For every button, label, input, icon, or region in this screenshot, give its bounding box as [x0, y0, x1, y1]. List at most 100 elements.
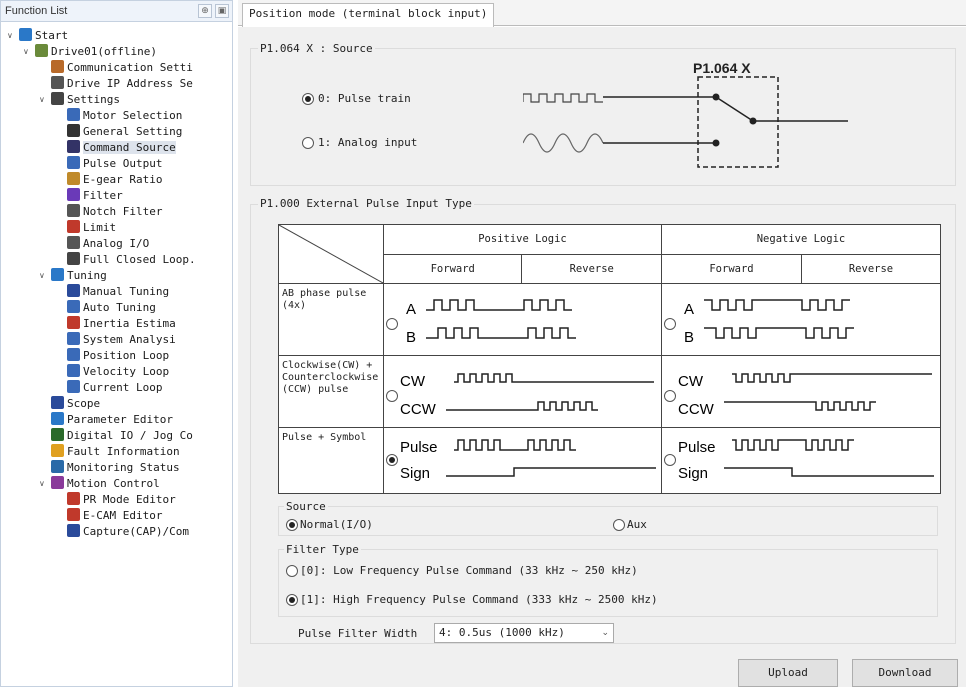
tree-item-scope[interactable]: Scope — [51, 396, 100, 412]
radio-ab-negative[interactable] — [664, 318, 676, 330]
tree-item-velocity-loop[interactable]: Velocity Loop — [67, 364, 169, 380]
system-analysis-icon — [67, 332, 80, 345]
tree-item-motor-selection[interactable]: Motor Selection — [67, 108, 182, 124]
tree-item-label: General Setting — [83, 125, 183, 138]
expand-toggle-icon[interactable]: ∨ — [23, 47, 32, 56]
function-list-title: Function List — [5, 5, 68, 17]
svg-text:B: B — [684, 329, 694, 346]
tree-item-fault-information[interactable]: Fault Information — [51, 444, 180, 460]
tree-item-label: Command Source — [83, 141, 176, 154]
tree-item-label: Monitoring Status — [67, 461, 180, 474]
header-negative-logic: Negative Logic — [661, 224, 941, 255]
upload-button[interactable]: Upload — [738, 659, 838, 687]
header-pos-forward: Forward — [382, 253, 523, 284]
header-neg-reverse: Reverse — [801, 253, 941, 284]
radio-pulse-train[interactable] — [302, 93, 314, 105]
tree-item-manual-tuning[interactable]: Manual Tuning — [67, 284, 169, 300]
tree-item-pr-mode-editor[interactable]: PR Mode Editor — [67, 492, 176, 508]
tree-item-label: Motor Selection — [83, 109, 183, 122]
radio-cw-negative[interactable] — [664, 390, 676, 402]
tree-item-label: Velocity Loop — [83, 365, 170, 378]
radio-ab-positive[interactable] — [386, 318, 398, 330]
tree-item-pulse-output[interactable]: Pulse Output — [67, 156, 162, 172]
tree-item-drive-ip-address-se[interactable]: Drive IP Address Se — [51, 76, 193, 92]
tree-item-digital-io-jog-co[interactable]: Digital IO / Jog Co — [51, 428, 193, 444]
tree-item-label: Analog I/O — [83, 237, 150, 250]
tree-item-settings[interactable]: Settings — [51, 92, 120, 108]
tree-item-e-cam-editor[interactable]: E-CAM Editor — [67, 508, 162, 524]
radio-aux[interactable] — [613, 519, 625, 531]
source2-group — [278, 506, 938, 536]
auto-tuning-icon — [67, 300, 80, 313]
radio-normal-io[interactable] — [286, 519, 298, 531]
expand-toggle-icon[interactable]: ∨ — [39, 479, 48, 488]
filter-type-title: Filter Type — [284, 543, 361, 556]
pin-icon[interactable]: ⊕ — [198, 4, 212, 18]
motion-icon — [51, 476, 64, 489]
label-normal-io: Normal(I/O) — [300, 518, 373, 531]
diagram-label: P1.064 X — [693, 60, 751, 76]
expand-toggle-icon[interactable]: ∨ — [39, 95, 48, 104]
radio-low-frequency[interactable] — [286, 565, 298, 577]
radio-cw-positive[interactable] — [386, 390, 398, 402]
tree-item-system-analysi[interactable]: System Analysi — [67, 332, 176, 348]
pulse-filter-value: 4: 0.5us (1000 kHz) — [439, 626, 565, 639]
header-neg-forward: Forward — [661, 253, 802, 284]
tree-item-tuning[interactable]: Tuning — [51, 268, 107, 284]
radio-pulse-symbol-negative[interactable] — [664, 454, 676, 466]
svg-text:A: A — [406, 301, 416, 318]
download-button[interactable]: Download — [852, 659, 958, 687]
tree-item-e-gear-ratio[interactable]: E-gear Ratio — [67, 172, 162, 188]
tree-item-label: Parameter Editor — [67, 413, 173, 426]
current-loop-icon — [67, 380, 80, 393]
tree-item-position-loop[interactable]: Position Loop — [67, 348, 169, 364]
svg-text:Sign: Sign — [400, 465, 430, 482]
radio-pulse-symbol-positive[interactable] — [386, 454, 398, 466]
tree-item-communication-setti[interactable]: Communication Setti — [51, 60, 193, 76]
scope-icon — [51, 396, 64, 409]
tree-item-motion-control[interactable]: Motion Control — [51, 476, 160, 492]
label-high-frequency: [1]: High Frequency Pulse Command (333 k… — [300, 593, 658, 606]
tree-item-label: Capture(CAP)/Com — [83, 525, 189, 538]
radio-high-frequency[interactable] — [286, 594, 298, 606]
expand-toggle-icon[interactable]: ∨ — [7, 31, 16, 40]
tree-item-command-source[interactable]: Command Source — [67, 140, 176, 156]
radio-analog-input[interactable] — [302, 137, 314, 149]
pulse-type-table: Positive Logic Negative Logic Forward Re… — [278, 224, 941, 494]
tree-item-full-closed-loop[interactable]: Full Closed Loop. — [67, 252, 196, 268]
tree-item-capture-cap-com[interactable]: Capture(CAP)/Com — [67, 524, 189, 540]
tree-item-notch-filter[interactable]: Notch Filter — [67, 204, 162, 220]
tree-item-analog-i-o[interactable]: Analog I/O — [67, 236, 149, 252]
tree-item-limit[interactable]: Limit — [67, 220, 116, 236]
tree-item-monitoring-status[interactable]: Monitoring Status — [51, 460, 180, 476]
svg-text:Pulse: Pulse — [400, 439, 438, 456]
tree-item-drive01-offline[interactable]: Drive01(offline) — [35, 44, 157, 60]
svg-text:CW: CW — [400, 373, 426, 390]
pr-mode-icon — [67, 492, 80, 505]
filter-type-group — [278, 549, 938, 617]
tree-item-start[interactable]: Start — [19, 28, 68, 44]
expand-toggle-icon[interactable]: ∨ — [39, 271, 48, 280]
svg-text:B: B — [406, 329, 416, 346]
motor-icon — [67, 108, 80, 121]
tab-position-mode[interactable]: Position mode (terminal block input) — [242, 3, 495, 27]
tree-item-filter[interactable]: Filter — [67, 188, 123, 204]
tree-item-current-loop[interactable]: Current Loop — [67, 380, 162, 396]
dock-icon[interactable]: ▣ — [215, 4, 229, 18]
tree-item-parameter-editor[interactable]: Parameter Editor — [51, 412, 173, 428]
tree-item-inertia-estima[interactable]: Inertia Estima — [67, 316, 176, 332]
ab-negative-waveform: A B — [684, 299, 854, 346]
content-panel: P1.064 X : Source 0: Pulse train 1: Anal… — [238, 27, 966, 687]
pulse-train-wave — [523, 93, 603, 103]
function-tree[interactable]: Start ∨ Drive01(offline) ∨ Communication Set… — [0, 22, 233, 687]
tree-item-general-setting[interactable]: General Setting — [67, 124, 182, 140]
tree-item-label: Manual Tuning — [83, 285, 170, 298]
tree-item-label: Tuning — [67, 269, 107, 282]
pulse-filter-select[interactable]: 4: 0.5us (1000 kHz) ⌄ — [434, 623, 614, 643]
row-label-ab-phase: AB phase pulse (4x) — [278, 283, 384, 356]
tree-item-auto-tuning[interactable]: Auto Tuning — [67, 300, 156, 316]
cw-positive-waveform: CW CCW — [400, 373, 654, 418]
tree-item-label: System Analysi — [83, 333, 176, 346]
svg-text:CCW: CCW — [400, 401, 437, 418]
ecam-icon — [67, 508, 80, 521]
